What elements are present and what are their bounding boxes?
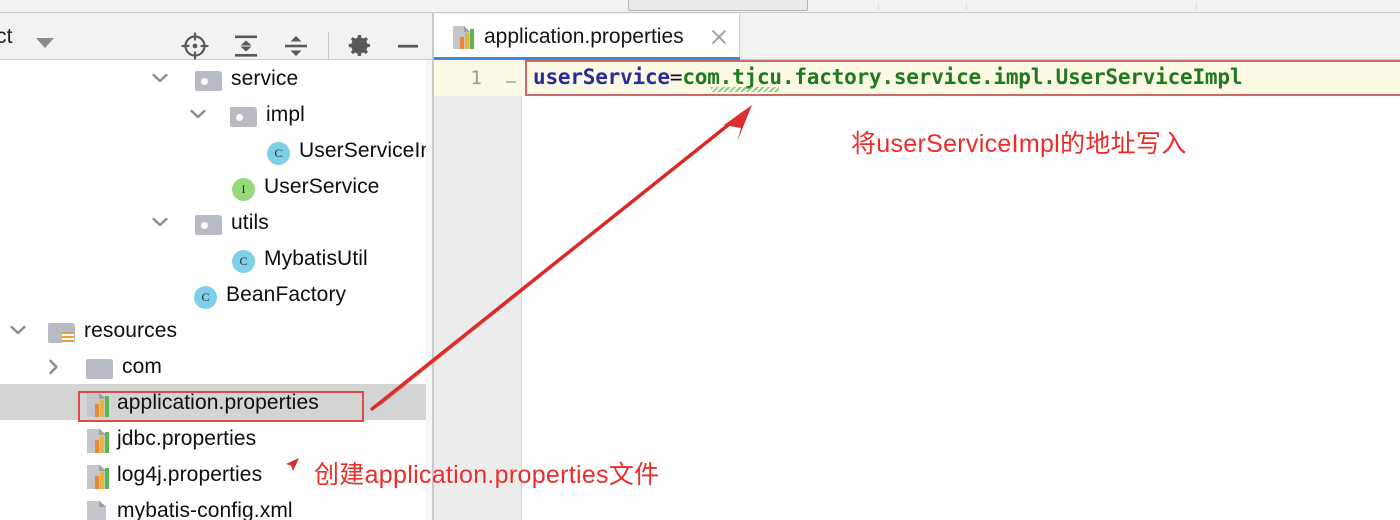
class-badge-icon: C: [194, 286, 217, 309]
tree-row-mybatis-util[interactable]: C MybatisUtil: [0, 240, 432, 276]
tree-label: MybatisUtil: [264, 247, 368, 270]
tree-row-jdbc-properties[interactable]: jdbc.properties: [0, 420, 432, 456]
annotation-editor-text: 将userServiceImpl的地址写入: [851, 130, 1187, 158]
tree-row-utils[interactable]: utils: [0, 204, 432, 240]
tree-label: resources: [84, 319, 178, 342]
tab-label: application.properties: [484, 25, 684, 48]
property-key: userService: [533, 65, 670, 89]
collapse-all-button[interactable]: [281, 31, 311, 61]
settings-button[interactable]: [344, 31, 374, 61]
property-equals: =: [669, 65, 683, 89]
search-box-partial[interactable]: [628, 0, 808, 11]
toolbar-separator: [328, 32, 329, 60]
class-badge-icon: C: [232, 250, 255, 273]
project-tree[interactable]: service impl C UserServiceIm I UserServi…: [0, 60, 432, 520]
code-line[interactable]: userService=com.tjcu.factory.service.imp…: [533, 65, 1242, 89]
window-top-strip: [0, 0, 1400, 13]
annotation-tree-text: 创建application.properties文件: [314, 461, 660, 489]
property-value: com.tjcu.factory.service.impl.UserServic…: [682, 65, 1243, 89]
properties-file-icon: [87, 465, 112, 490]
tree-label: UserService: [264, 175, 380, 198]
tree-label: UserServiceIm: [299, 139, 432, 162]
annotation-selection-box: [78, 391, 364, 422]
properties-file-icon: [452, 25, 477, 55]
class-badge-icon: C: [267, 142, 290, 165]
tree-label: jdbc.properties: [117, 427, 257, 450]
interface-badge-icon: I: [232, 178, 255, 201]
annotation-cursor-arrow: [283, 456, 301, 474]
toolbar-tick: [878, 4, 879, 10]
project-panel-title: ct: [0, 25, 13, 48]
tree-label: BeanFactory: [226, 283, 347, 306]
chevron-down-icon[interactable]: [10, 325, 26, 335]
editor-tab-bar: application.properties: [434, 13, 1400, 60]
chevron-down-icon[interactable]: [152, 217, 168, 227]
resource-folder-icon: [48, 323, 75, 344]
ide-window: ct service impl C UserServiceIm I UserSe…: [0, 0, 1400, 520]
tree-label: impl: [266, 103, 305, 126]
code-fold-marker[interactable]: [506, 81, 516, 83]
tree-row-com[interactable]: com: [0, 348, 432, 384]
chevron-down-icon[interactable]: [190, 109, 206, 119]
properties-file-icon: [87, 429, 112, 454]
tree-row-service[interactable]: service: [0, 60, 432, 96]
tree-label: log4j.properties: [117, 463, 263, 486]
editor-area: application.properties 1 userService=com…: [434, 13, 1400, 520]
folder-icon: [230, 107, 257, 127]
chevron-down-icon[interactable]: [152, 73, 168, 83]
hide-panel-button[interactable]: [393, 31, 423, 61]
chevron-right-icon[interactable]: [48, 359, 64, 375]
expand-all-button[interactable]: [231, 31, 261, 61]
tree-row-bean-factory[interactable]: C BeanFactory: [0, 276, 432, 312]
chevron-down-icon[interactable]: [36, 38, 54, 48]
folder-icon: [195, 71, 222, 91]
tree-label: utils: [231, 211, 269, 234]
toolbar-tick: [1196, 4, 1197, 10]
toolbar-tick: [966, 4, 967, 10]
xml-file-icon: [87, 501, 112, 520]
folder-icon: [86, 359, 113, 379]
tree-row-mybatis-config-xml[interactable]: mybatis-config.xml: [0, 492, 432, 520]
locate-in-tree-button[interactable]: [180, 31, 210, 61]
line-number: 1: [470, 67, 482, 89]
editor-gutter[interactable]: 1: [434, 60, 522, 520]
tree-label: service: [231, 67, 299, 90]
tree-row-impl[interactable]: impl: [0, 96, 432, 132]
tree-row-user-service-impl[interactable]: C UserServiceIm: [0, 132, 432, 168]
folder-icon: [195, 215, 222, 235]
inspection-squiggle: [711, 87, 779, 92]
tab-application-properties[interactable]: application.properties: [434, 14, 740, 60]
tree-row-user-service[interactable]: I UserService: [0, 168, 432, 204]
project-panel-toolbar: ct: [0, 13, 432, 60]
close-icon[interactable]: [710, 28, 728, 46]
tree-row-resources[interactable]: resources: [0, 312, 432, 348]
tree-label: mybatis-config.xml: [117, 499, 293, 520]
tree-label: com: [122, 355, 162, 378]
